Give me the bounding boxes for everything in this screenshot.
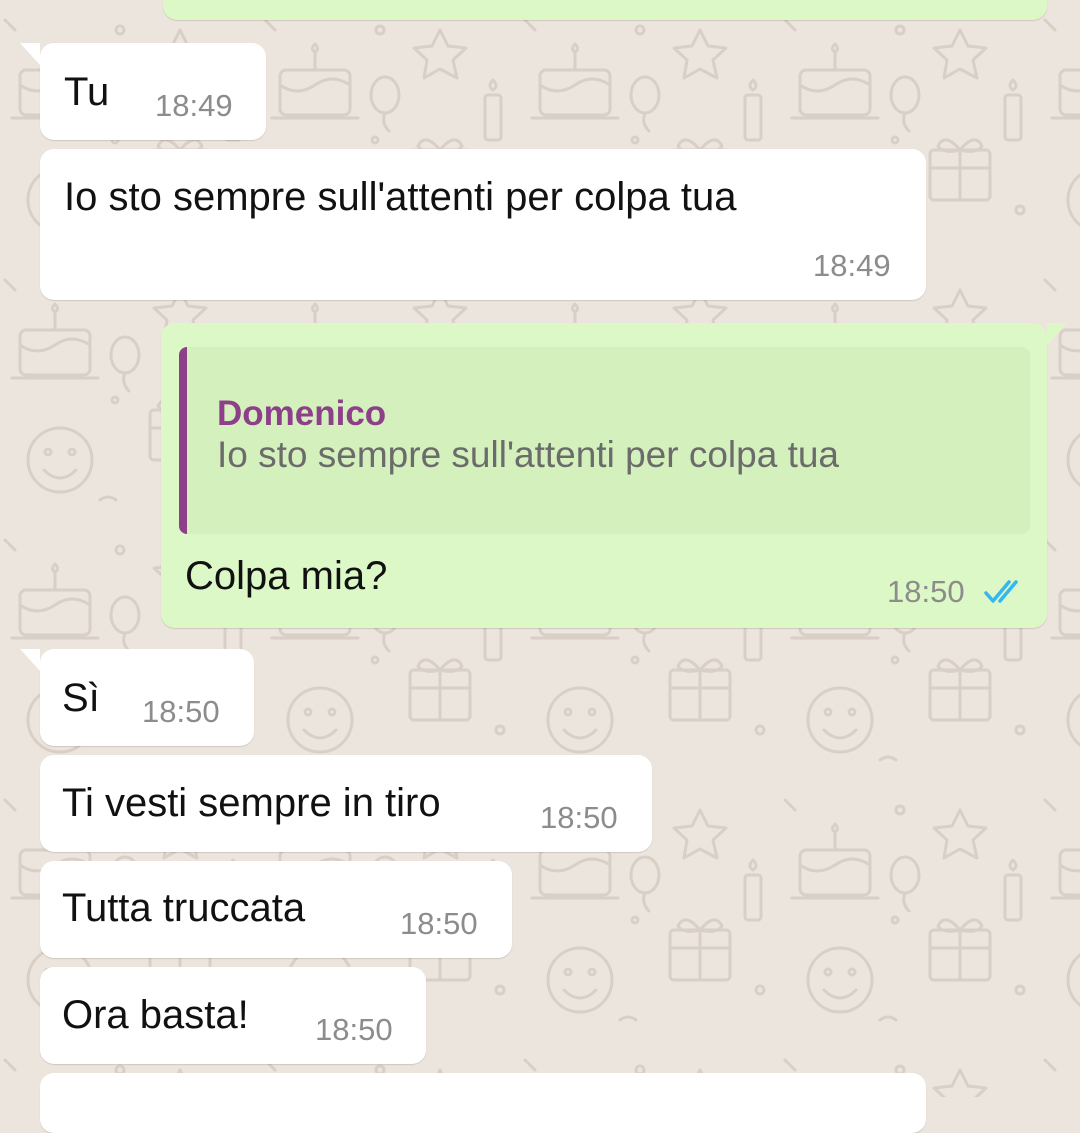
message-bubble-outgoing-reply[interactable]: Domenico Io sto sempre sull'attenti per … [161,323,1067,628]
message-text: Tu [64,70,110,114]
message-text: Tutta truccata [62,886,306,930]
quote-accent-bar [179,347,187,534]
message-text: Sì [62,676,100,720]
message-timestamp: 18:50 [540,800,618,835]
message-text: Colpa mia? [185,554,388,598]
bubble-tail [20,43,40,65]
message-bubble-incoming-partial[interactable] [40,1073,926,1133]
message-timestamp: 18:50 [400,906,478,941]
bubble-tail [20,649,40,671]
message-bubble-outgoing-partial[interactable] [163,0,1047,20]
message-timestamp: 18:50 [315,1012,393,1047]
message-bubble-incoming[interactable]: Tu 18:49 [20,43,266,140]
message-text: Ora basta! [62,993,249,1037]
message-bubble-incoming[interactable]: Io sto sempre sull'attenti per colpa tua… [40,149,926,300]
message-bubble-incoming[interactable]: Tutta truccata 18:50 [40,861,512,958]
bubble-tail [1047,323,1067,345]
message-timestamp: 18:50 [142,694,220,729]
message-timestamp: 18:49 [155,88,233,123]
message-bubble-incoming[interactable]: Ora basta! 18:50 [40,967,426,1064]
double-check-icon [984,580,1018,603]
message-text: Ti vesti sempre in tiro [62,781,441,825]
message-bubble-incoming[interactable]: Sì 18:50 [20,649,254,746]
message-text: Io sto sempre sull'attenti per colpa tua [64,175,737,219]
quoted-text: Io sto sempre sull'attenti per colpa tua [217,434,840,475]
quoted-message[interactable]: Domenico Io sto sempre sull'attenti per … [179,347,1030,534]
message-timestamp: 18:50 [887,574,965,609]
message-bubble-incoming[interactable]: Ti vesti sempre in tiro 18:50 [40,755,652,852]
message-timestamp: 18:49 [813,248,891,283]
quoted-author: Domenico [217,394,387,433]
